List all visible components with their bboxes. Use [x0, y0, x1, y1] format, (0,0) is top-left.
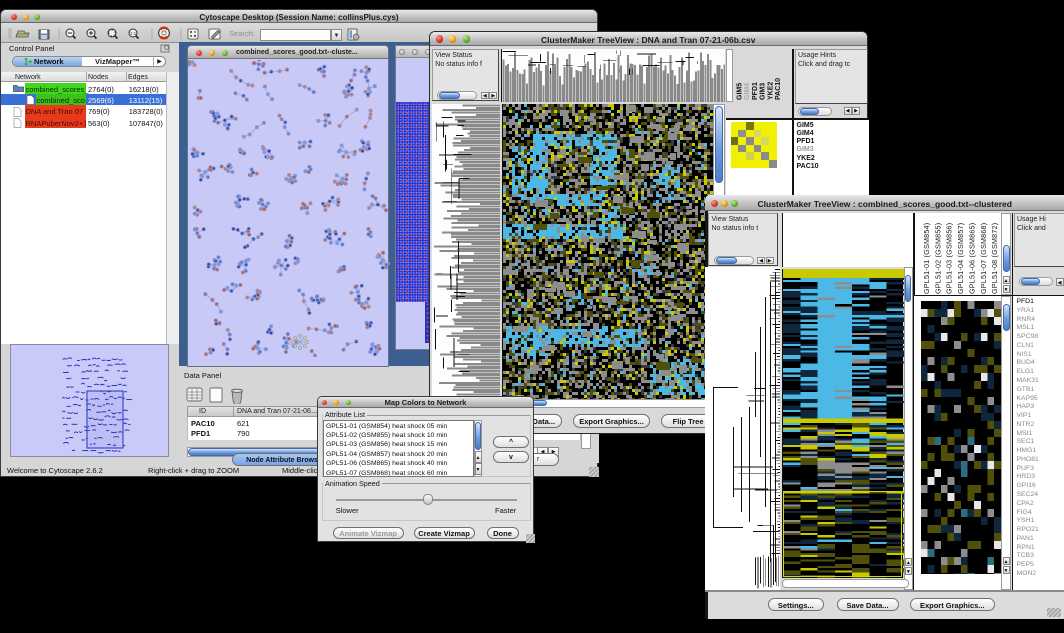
svg-text:GIM4: GIM4 [744, 83, 751, 100]
svg-text:GPL51-03 (GSM856): GPL51-03 (GSM856) [945, 222, 954, 293]
svg-text:GPL51-06 (GSM865): GPL51-06 (GSM865) [967, 222, 976, 293]
svg-text:GPL51-07 (GSM868): GPL51-07 (GSM868) [979, 222, 988, 293]
svg-text:GIM5: GIM5 [736, 83, 743, 100]
svg-text:1:1: 1:1 [130, 31, 137, 36]
svg-text:GPL51-08 (GSM872): GPL51-08 (GSM872) [990, 222, 999, 293]
svg-text:GPL51-04 (GSM857): GPL51-04 (GSM857) [956, 222, 965, 293]
svg-text:GPL51-01 (GSM854): GPL51-01 (GSM854) [922, 222, 931, 293]
svg-text:PFD1: PFD1 [751, 82, 758, 100]
svg-text:Search:: Search: [229, 29, 255, 38]
svg-text:YKE2: YKE2 [767, 82, 774, 100]
svg-text:GIM3: GIM3 [759, 83, 766, 100]
svg-text:PAC10: PAC10 [775, 78, 782, 100]
svg-text:GPL51-02 (GSM855): GPL51-02 (GSM855) [933, 222, 942, 293]
